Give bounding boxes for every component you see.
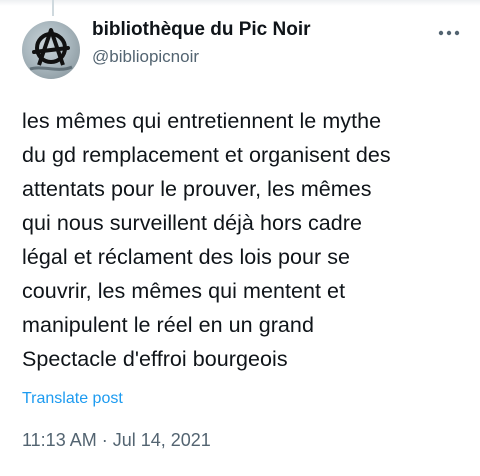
more-options-icon xyxy=(438,30,460,36)
post-text-line: qui nous surveillent déjà hors cadre xyxy=(22,211,363,235)
post-text-line: légal et réclament des lois pour se xyxy=(22,245,351,269)
post-text: les mêmes qui entretiennent le mythe du … xyxy=(22,104,470,376)
post-text-line: couvrir, les mêmes qui mentent et xyxy=(22,279,346,303)
post-header: bibliothèque du Pic Noir @bibliopicnoir xyxy=(22,18,462,80)
post-text-line: du gd remplacement et organisent des xyxy=(22,143,391,167)
avatar[interactable] xyxy=(22,21,80,79)
top-edge xyxy=(0,0,480,6)
post-text-line: les mêmes qui entretiennent le mythe xyxy=(22,109,382,133)
post-text-line: manipulent le réel en un grand xyxy=(22,313,314,337)
post-text-line: Spectacle d'effroi bourgeois xyxy=(22,347,288,371)
author-names: bibliothèque du Pic Noir @bibliopicnoir xyxy=(92,18,311,68)
more-options-button[interactable] xyxy=(436,20,462,46)
anarchy-symbol-icon xyxy=(29,28,73,71)
author-handle[interactable]: @bibliopicnoir xyxy=(92,46,311,68)
translate-post-link[interactable]: Translate post xyxy=(22,390,123,408)
post-text-line: attentats pour le prouver, les mêmes xyxy=(22,177,372,201)
thread-connector-line xyxy=(52,0,54,16)
post-timestamp[interactable]: 11:13 AM · Jul 14, 2021 xyxy=(22,430,211,451)
author-display-name[interactable]: bibliothèque du Pic Noir xyxy=(92,18,311,42)
